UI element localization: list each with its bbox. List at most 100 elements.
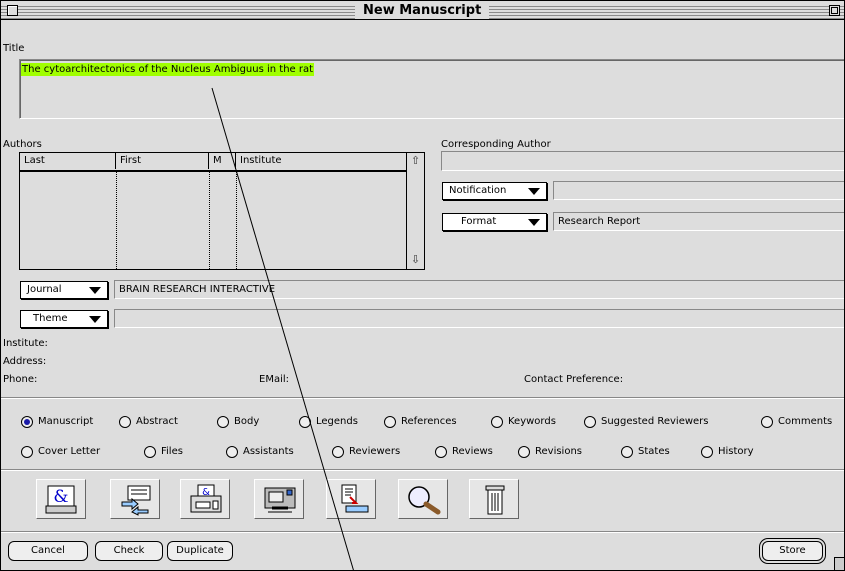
radio-label: States: [638, 446, 670, 457]
trash-icon[interactable]: [469, 479, 519, 519]
radio-icon: [217, 416, 229, 428]
check-button[interactable]: Check: [95, 541, 163, 561]
col-header-first[interactable]: First: [116, 153, 209, 169]
svg-text:&: &: [53, 487, 68, 507]
radio-selected-icon: [21, 416, 33, 428]
divider: [1, 397, 844, 399]
scroll-up-arrow-icon[interactable]: ⇧: [409, 154, 422, 167]
window-title: New Manuscript: [355, 2, 490, 19]
store-button[interactable]: Store: [762, 541, 823, 561]
radio-label: Reviews: [452, 446, 493, 457]
authors-table[interactable]: Last First M Institute ⇧ ⇩: [19, 152, 425, 270]
radio-label: Legends: [316, 416, 358, 427]
radio-body[interactable]: Body: [217, 414, 259, 430]
radio-icon: [144, 446, 156, 458]
radio-label: Comments: [778, 416, 833, 427]
column-divider: [116, 172, 117, 269]
radio-icon: [584, 416, 596, 428]
new-manuscript-window: New Manuscript Title The cytoarchitecton…: [0, 0, 845, 571]
col-header-last[interactable]: Last: [20, 153, 116, 169]
popup-triangle-icon: [89, 316, 101, 323]
zoom-box-icon[interactable]: [829, 5, 840, 16]
radio-label: Reviewers: [349, 446, 401, 457]
theme-field[interactable]: [114, 309, 844, 328]
title-value[interactable]: The cytoarchitectonics of the Nucleus Am…: [21, 63, 315, 76]
radio-states[interactable]: States: [621, 444, 670, 460]
authors-scrollbar[interactable]: ⇧ ⇩: [406, 153, 424, 269]
corresponding-author-field[interactable]: [441, 151, 844, 171]
radio-label: History: [718, 446, 754, 457]
printer-icon[interactable]: &: [180, 479, 230, 519]
radio-icon: [621, 446, 633, 458]
radio-cover-letter[interactable]: Cover Letter: [21, 444, 100, 460]
duplicate-button[interactable]: Duplicate: [167, 541, 233, 561]
radio-history[interactable]: History: [701, 444, 754, 460]
radio-icon: [332, 446, 344, 458]
radio-label: Suggested Reviewers: [601, 416, 709, 427]
col-header-institute[interactable]: Institute: [236, 153, 408, 169]
radio-label: Cover Letter: [38, 446, 101, 457]
document-submit-icon[interactable]: [326, 479, 376, 519]
col-header-middle[interactable]: M: [209, 153, 236, 169]
radio-comments[interactable]: Comments: [761, 414, 832, 430]
theme-popup[interactable]: Theme: [20, 310, 108, 328]
radio-label: References: [401, 416, 457, 427]
radio-icon: [226, 446, 238, 458]
corresponding-author-label: Corresponding Author: [441, 139, 551, 150]
journal-field[interactable]: BRAIN RESEARCH INTERACTIVE: [114, 280, 844, 299]
fax-machine-icon[interactable]: [254, 479, 304, 519]
column-divider: [209, 172, 210, 269]
popup-triangle-icon: [528, 219, 540, 226]
format-popup[interactable]: Format: [442, 213, 547, 231]
radio-icon: [518, 446, 530, 458]
title-label: Title: [3, 43, 25, 54]
journal-popup-label: Journal: [27, 284, 62, 295]
radio-icon: [384, 416, 396, 428]
radio-keywords[interactable]: Keywords: [491, 414, 556, 430]
radio-reviews[interactable]: Reviews: [435, 444, 493, 460]
institute-label: Institute:: [3, 338, 48, 349]
size-box-icon[interactable]: [834, 557, 844, 570]
radio-revisions[interactable]: Revisions: [518, 444, 582, 460]
theme-popup-label: Theme: [33, 313, 68, 324]
document-ampersand-icon[interactable]: &: [36, 479, 86, 519]
notification-popup[interactable]: Notification: [442, 182, 547, 200]
notification-field[interactable]: [553, 181, 844, 200]
cancel-button[interactable]: Cancel: [8, 541, 88, 561]
title-bar[interactable]: New Manuscript: [1, 1, 844, 20]
radio-icon: [761, 416, 773, 428]
radio-files[interactable]: Files: [144, 444, 183, 460]
format-popup-label: Format: [461, 216, 497, 227]
divider: [1, 531, 844, 533]
radio-abstract[interactable]: Abstract: [119, 414, 178, 430]
format-field[interactable]: Research Report: [553, 212, 844, 231]
radio-icon: [119, 416, 131, 428]
radio-reviewers[interactable]: Reviewers: [332, 444, 400, 460]
radio-label: Body: [234, 416, 260, 427]
radio-references[interactable]: References: [384, 414, 457, 430]
radio-icon: [491, 416, 503, 428]
radio-icon: [299, 416, 311, 428]
radio-assistants[interactable]: Assistants: [226, 444, 294, 460]
radio-icon: [21, 446, 33, 458]
email-label: EMail:: [259, 374, 289, 385]
radio-suggested-reviewers[interactable]: Suggested Reviewers: [584, 414, 709, 430]
radio-label: Assistants: [243, 446, 294, 457]
radio-legends[interactable]: Legends: [299, 414, 358, 430]
header-separator: [20, 170, 408, 172]
popup-triangle-icon: [528, 188, 540, 195]
scroll-down-arrow-icon[interactable]: ⇩: [409, 253, 422, 266]
close-box-icon[interactable]: [7, 5, 18, 16]
radio-label: Manuscript: [38, 416, 94, 427]
radio-manuscript[interactable]: Manuscript: [21, 414, 93, 430]
phone-label: Phone:: [3, 374, 38, 385]
radio-icon: [435, 446, 447, 458]
magnifier-icon[interactable]: [398, 479, 448, 519]
radio-label: Revisions: [535, 446, 583, 457]
contact-preference-label: Contact Preference:: [524, 374, 624, 385]
journal-popup[interactable]: Journal: [20, 281, 108, 299]
address-label: Address:: [3, 356, 47, 367]
divider: [1, 469, 844, 471]
transfer-arrows-icon[interactable]: [110, 479, 160, 519]
authors-label: Authors: [3, 139, 42, 150]
